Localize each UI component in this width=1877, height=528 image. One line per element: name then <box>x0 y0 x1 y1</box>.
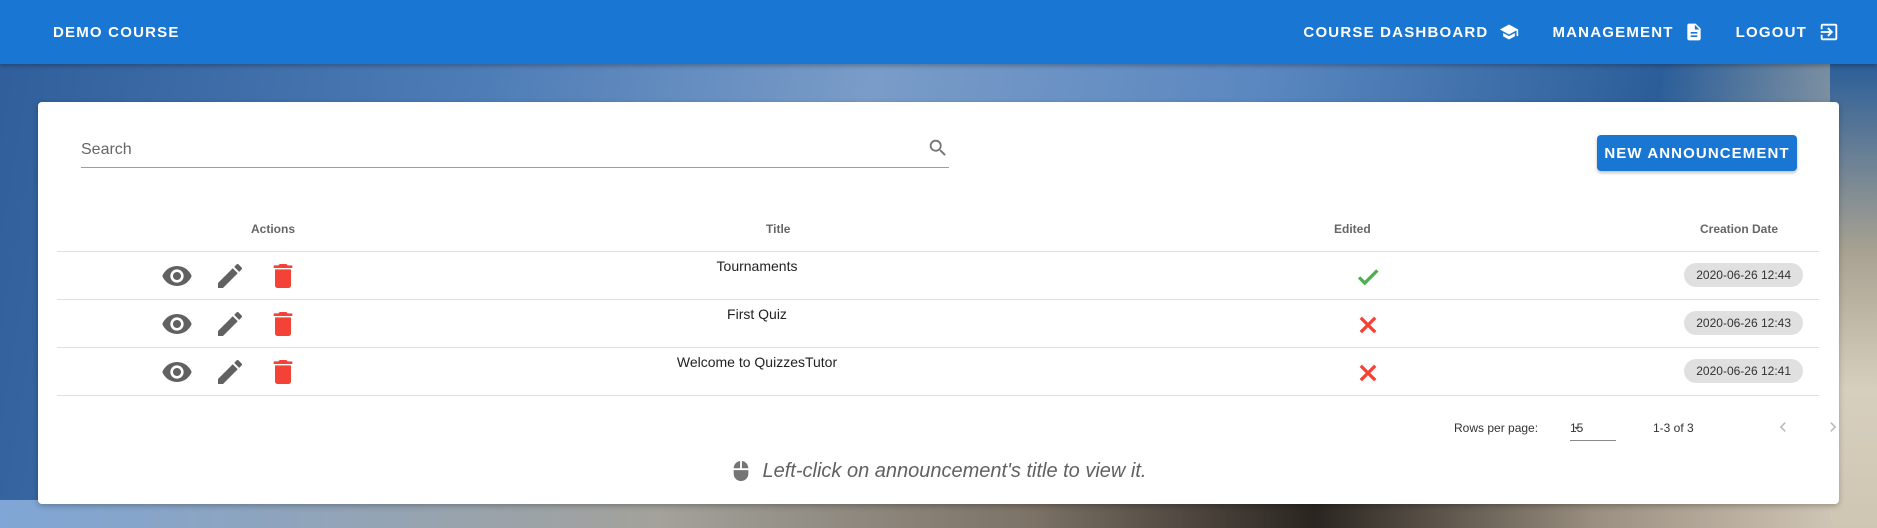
table-header: Actions Title Edited Creation Date <box>57 204 1819 252</box>
not-edited-x-icon <box>1355 360 1381 389</box>
search-input[interactable] <box>81 138 901 162</box>
search-icon[interactable] <box>927 137 949 164</box>
delete-icon[interactable] <box>267 308 299 340</box>
school-icon <box>1498 22 1520 42</box>
search-field <box>81 128 949 168</box>
usage-hint-text: Left-click on announcement's title to vi… <box>762 459 1147 482</box>
nav-management-label: MANAGEMENT <box>1552 23 1674 41</box>
caret-down-icon <box>1570 421 1616 438</box>
nav-course-dashboard-label: COURSE DASHBOARD <box>1303 23 1489 41</box>
announcement-title[interactable]: First Quiz <box>607 306 907 322</box>
table-row: First Quiz 2020-06-26 12:43 <box>57 300 1819 348</box>
table-footer: Rows per page: 15 1-3 of 3 <box>57 409 1837 445</box>
announcements-table: Actions Title Edited Creation Date Tourn… <box>57 204 1819 396</box>
creation-date-chip: 2020-06-26 12:44 <box>1684 263 1803 287</box>
rows-per-page-select[interactable]: 15 <box>1570 413 1616 441</box>
not-edited-x-icon <box>1355 312 1381 341</box>
next-page-icon[interactable] <box>1823 417 1843 440</box>
announcements-card: NEW ANNOUNCEMENT Actions Title Edited Cr… <box>38 102 1839 504</box>
nav-logout-label: LOGOUT <box>1735 23 1807 41</box>
background-bottom <box>0 500 1877 528</box>
course-title-link[interactable]: DEMO COURSE <box>53 0 180 64</box>
edit-icon[interactable] <box>214 356 246 388</box>
header-edited[interactable]: Edited <box>1334 222 1371 236</box>
logout-icon <box>1817 21 1841 43</box>
nav-course-dashboard[interactable]: COURSE DASHBOARD <box>1287 0 1536 64</box>
table-row: Welcome to QuizzesTutor 2020-06-26 12:41 <box>57 348 1819 396</box>
usage-hint: Left-click on announcement's title to vi… <box>38 459 1839 483</box>
nav-management[interactable]: MANAGEMENT <box>1536 0 1719 64</box>
top-app-bar: DEMO COURSE COURSE DASHBOARD MANAGEMENT … <box>0 0 1877 64</box>
edit-icon[interactable] <box>214 308 246 340</box>
header-title[interactable]: Title <box>766 222 790 236</box>
rows-per-page-label: Rows per page: <box>1454 421 1539 435</box>
header-actions[interactable]: Actions <box>251 222 295 236</box>
pagination-range: 1-3 of 3 <box>1653 421 1694 435</box>
row-actions <box>161 356 320 388</box>
delete-icon[interactable] <box>267 260 299 292</box>
view-icon[interactable] <box>161 356 193 388</box>
delete-icon[interactable] <box>267 356 299 388</box>
previous-page-icon[interactable] <box>1773 417 1793 440</box>
table-row: Tournaments 2020-06-26 12:44 <box>57 252 1819 300</box>
announcement-title[interactable]: Tournaments <box>607 258 907 274</box>
view-icon[interactable] <box>161 260 193 292</box>
edit-icon[interactable] <box>214 260 246 292</box>
edited-check-icon <box>1355 264 1381 293</box>
announcement-title[interactable]: Welcome to QuizzesTutor <box>607 354 907 370</box>
new-announcement-button[interactable]: NEW ANNOUNCEMENT <box>1597 135 1797 171</box>
creation-date-chip: 2020-06-26 12:43 <box>1684 311 1803 335</box>
header-creation-date[interactable]: Creation Date <box>1700 222 1778 236</box>
document-icon <box>1684 20 1704 44</box>
row-actions <box>161 260 320 292</box>
nav-logout[interactable]: LOGOUT <box>1720 0 1857 64</box>
row-actions <box>161 308 320 340</box>
top-nav: COURSE DASHBOARD MANAGEMENT LOGOUT <box>1287 0 1857 64</box>
creation-date-chip: 2020-06-26 12:41 <box>1684 359 1803 383</box>
mouse-icon <box>730 459 752 483</box>
view-icon[interactable] <box>161 308 193 340</box>
